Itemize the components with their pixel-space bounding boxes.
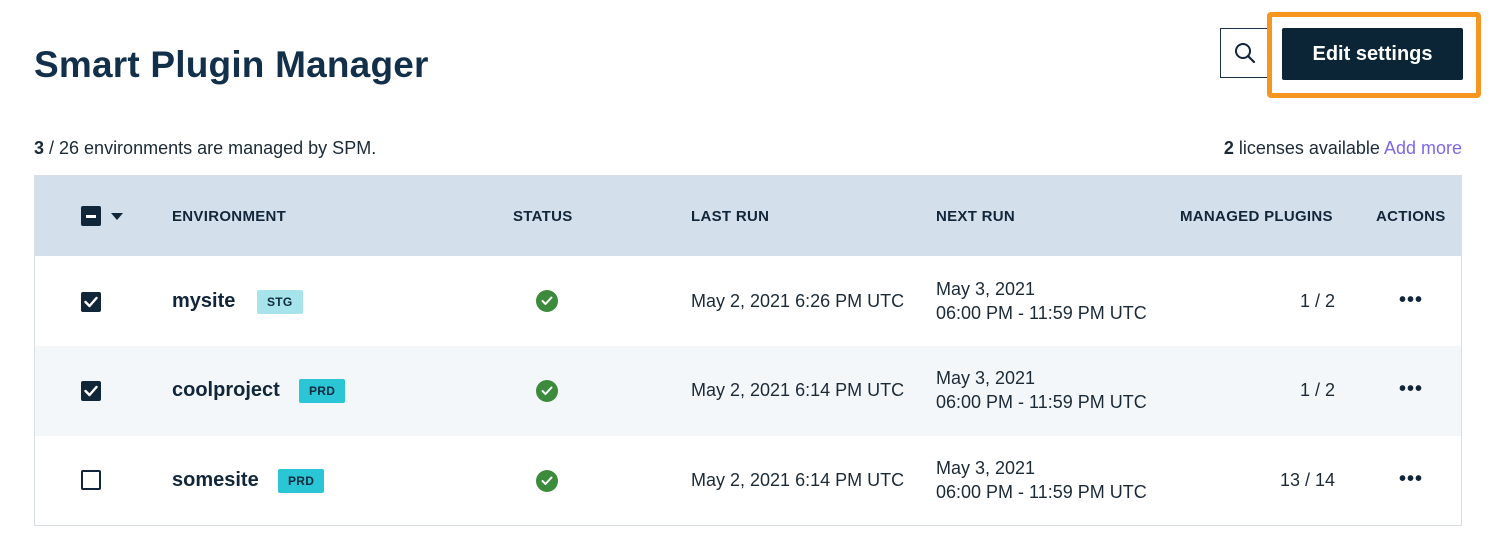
status-success-icon bbox=[536, 380, 558, 402]
managed-count: 3 bbox=[34, 138, 45, 158]
row-checkbox[interactable] bbox=[81, 381, 101, 401]
page-title: Smart Plugin Manager bbox=[34, 44, 429, 85]
edit-settings-button[interactable]: Edit settings bbox=[1282, 28, 1463, 80]
column-environment[interactable]: ENVIRONMENT bbox=[172, 208, 286, 225]
next-run-window: 06:00 PM - 11:59 PM UTC bbox=[936, 392, 1147, 412]
more-actions-icon[interactable]: ••• bbox=[1399, 468, 1423, 491]
column-next-run[interactable]: NEXT RUN bbox=[936, 208, 1015, 225]
row-checkbox[interactable] bbox=[81, 292, 101, 312]
environment-badge: STG bbox=[257, 290, 303, 314]
licenses-text: licenses available bbox=[1233, 138, 1384, 158]
managed-summary-text: / 26 environments are managed by SPM. bbox=[44, 138, 377, 158]
column-actions: ACTIONS bbox=[1376, 208, 1446, 225]
table-row: mysite STG May 2, 2021 6:26 PM UTC May 3… bbox=[35, 256, 1461, 346]
next-run: May 3, 2021 06:00 PM - 11:59 PM UTC bbox=[936, 366, 1147, 414]
status-success-icon bbox=[536, 470, 558, 492]
add-more-link[interactable]: Add more bbox=[1384, 138, 1462, 158]
table-row: coolproject PRD May 2, 2021 6:14 PM UTC … bbox=[35, 346, 1461, 436]
licenses-count: 2 bbox=[1223, 138, 1234, 158]
licenses-info: 2 licenses available Add more bbox=[1224, 138, 1462, 159]
environment-name[interactable]: mysite bbox=[172, 290, 235, 313]
search-icon bbox=[1235, 43, 1256, 64]
table-header: ENVIRONMENT STATUS LAST RUN NEXT RUN MAN… bbox=[35, 176, 1461, 256]
next-run-window: 06:00 PM - 11:59 PM UTC bbox=[936, 482, 1147, 502]
checkmark-icon bbox=[84, 296, 98, 308]
column-managed-plugins[interactable]: MANAGED PLUGINS bbox=[1180, 208, 1333, 225]
status-success-icon bbox=[536, 290, 558, 312]
checkmark-icon bbox=[84, 385, 98, 397]
more-actions-icon[interactable]: ••• bbox=[1399, 378, 1423, 401]
environment-name[interactable]: somesite bbox=[172, 469, 259, 492]
managed-summary: 3 / 26 environments are managed by SPM. bbox=[34, 138, 376, 159]
last-run: May 2, 2021 6:14 PM UTC bbox=[691, 470, 905, 490]
environment-name[interactable]: coolproject bbox=[172, 379, 280, 402]
next-run: May 3, 2021 06:00 PM - 11:59 PM UTC bbox=[936, 277, 1147, 325]
more-actions-icon[interactable]: ••• bbox=[1399, 289, 1423, 312]
environments-table: ENVIRONMENT STATUS LAST RUN NEXT RUN MAN… bbox=[34, 175, 1462, 526]
last-run: May 2, 2021 6:26 PM UTC bbox=[691, 291, 905, 311]
next-run-date: May 3, 2021 bbox=[936, 368, 1036, 388]
next-run-window: 06:00 PM - 11:59 PM UTC bbox=[936, 303, 1147, 323]
next-run-date: May 3, 2021 bbox=[936, 279, 1036, 299]
next-run: May 3, 2021 06:00 PM - 11:59 PM UTC bbox=[936, 456, 1147, 504]
table-row: somesite PRD May 2, 2021 6:14 PM UTC May… bbox=[35, 436, 1461, 526]
next-run-date: May 3, 2021 bbox=[936, 458, 1036, 478]
environment-badge: PRD bbox=[278, 469, 325, 493]
column-last-run[interactable]: LAST RUN bbox=[691, 208, 769, 225]
search-button[interactable] bbox=[1220, 28, 1270, 78]
select-all-checkbox[interactable] bbox=[81, 206, 101, 226]
managed-plugins: 13 / 14 bbox=[1279, 470, 1335, 490]
managed-plugins: 1 / 2 bbox=[1299, 291, 1335, 311]
column-status[interactable]: STATUS bbox=[513, 208, 573, 225]
environment-badge: PRD bbox=[299, 379, 346, 403]
last-run: May 2, 2021 6:14 PM UTC bbox=[691, 380, 905, 400]
row-checkbox[interactable] bbox=[81, 470, 101, 490]
chevron-down-icon[interactable] bbox=[111, 213, 123, 220]
managed-plugins: 1 / 2 bbox=[1299, 380, 1335, 400]
